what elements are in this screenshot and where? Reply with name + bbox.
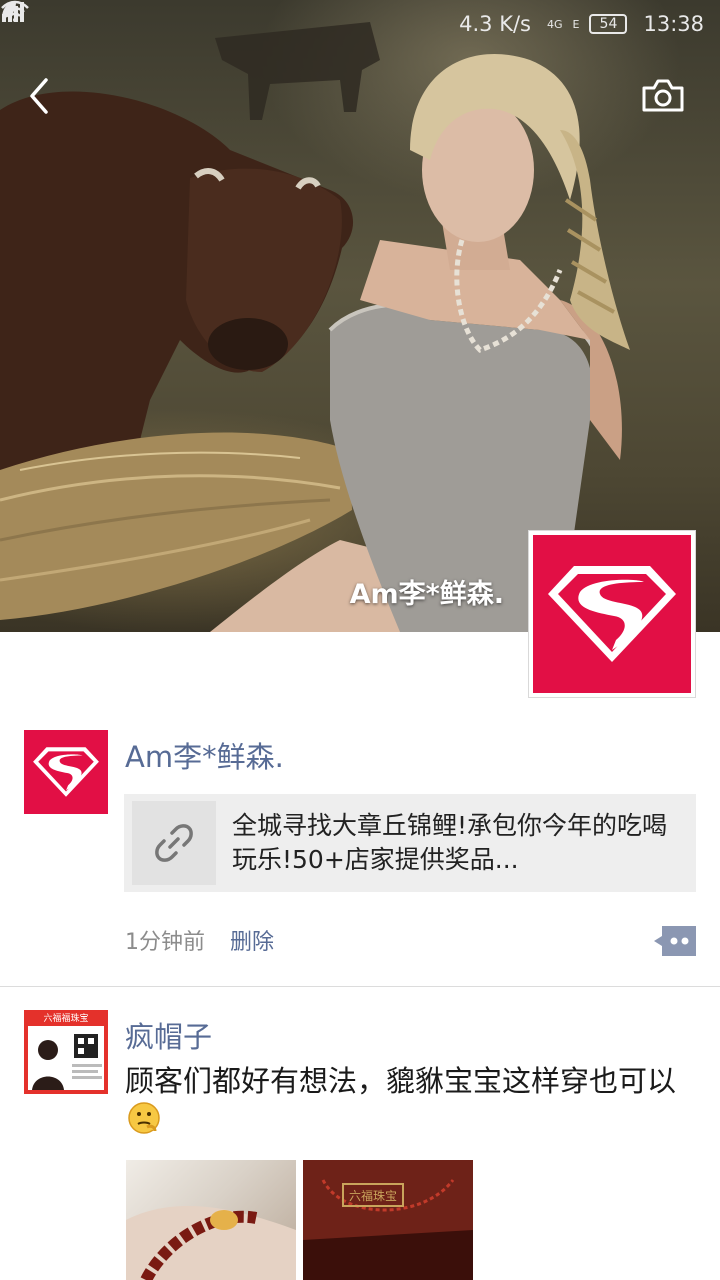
comment-more-button[interactable] bbox=[652, 926, 696, 956]
post-author[interactable]: 疯帽子 bbox=[125, 1014, 212, 1056]
post-body: 顾客们都好有想法，貔貅宝宝这样穿也可以 bbox=[125, 1064, 677, 1098]
link-card[interactable]: 全城寻找大章丘锦鲤!承包你今年的吃喝玩乐!50+店家提供奖品... bbox=[124, 794, 696, 892]
back-button[interactable] bbox=[22, 74, 58, 118]
delete-link[interactable]: 删除 bbox=[230, 924, 274, 956]
clock: 13:38 bbox=[643, 12, 704, 36]
post-text: 顾客们都好有想法，貔貅宝宝这样穿也可以 bbox=[125, 1062, 695, 1138]
comment-more-icon bbox=[654, 926, 696, 956]
link-icon bbox=[155, 824, 193, 862]
camera-button[interactable] bbox=[640, 76, 686, 116]
post-time: 1分钟前 bbox=[125, 930, 205, 955]
signal-4g-icon: 4G bbox=[2, 2, 565, 31]
link-thumbnail bbox=[132, 801, 216, 885]
network-speed: 4.3 K/s bbox=[459, 12, 531, 36]
avatar-banner-text: 六福福珠宝 bbox=[43, 1012, 88, 1024]
avatar[interactable] bbox=[24, 730, 108, 814]
network-4g-label: 4G bbox=[546, 17, 563, 31]
camera-icon bbox=[642, 79, 684, 112]
post-author[interactable]: Am李*鲜森. bbox=[125, 734, 284, 776]
jewelry-card-avatar: 六福福珠宝 bbox=[24, 1010, 108, 1094]
avatar[interactable]: 六福福珠宝 bbox=[24, 1010, 108, 1094]
post-photo[interactable]: 六福珠宝 bbox=[303, 1160, 473, 1280]
divider bbox=[0, 986, 720, 987]
post-photo[interactable] bbox=[126, 1160, 296, 1280]
chevron-left-icon bbox=[30, 78, 48, 114]
gift-box-brand: 六福珠宝 bbox=[349, 1188, 397, 1203]
bracelet-photo bbox=[126, 1206, 296, 1280]
status-bar: 4.3 K/s 4G E 54 13:38 bbox=[0, 0, 720, 48]
signal-e-icon: E bbox=[2, 2, 582, 31]
profile-avatar[interactable] bbox=[528, 530, 696, 698]
thinking-emoji-icon bbox=[127, 1101, 161, 1135]
superman-logo-icon bbox=[24, 730, 108, 814]
battery-icon: 54 bbox=[589, 14, 628, 34]
link-title: 全城寻找大章丘锦鲤!承包你今年的吃喝玩乐!50+店家提供奖品... bbox=[232, 811, 668, 874]
gift-box-photo: 六福珠宝 bbox=[303, 1160, 473, 1280]
network-e-label: E bbox=[572, 17, 580, 31]
cover-username: Am李*鲜森. bbox=[349, 579, 504, 610]
superman-logo-icon bbox=[533, 535, 691, 693]
